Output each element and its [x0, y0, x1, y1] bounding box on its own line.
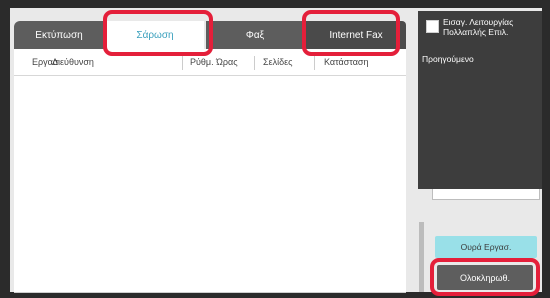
top-border: [0, 0, 550, 8]
column-address: Διεύθυνση: [52, 57, 94, 67]
completed-button[interactable]: Ολοκληρωθ.: [437, 265, 533, 290]
multi-select-checkbox[interactable]: [426, 20, 439, 33]
column-divider: [254, 56, 255, 70]
column-divider: [182, 56, 183, 70]
job-list-header: Εργασ Διεύθυνση Ρύθμ. Ώρας Σελίδες Κατάσ…: [14, 49, 406, 76]
tab-fax[interactable]: Φαξ: [206, 21, 304, 49]
tab-scan[interactable]: Σάρωση: [106, 21, 204, 49]
job-queue-button[interactable]: Ουρά Εργασ.: [435, 236, 537, 258]
tab-internet-fax[interactable]: Internet Fax: [306, 21, 406, 49]
app-frame: Εκτύπωση Σάρωση Φαξ Internet Fax Εργασ Δ…: [0, 0, 550, 298]
right-border: [542, 0, 550, 298]
action-panel: Εισαγ. Λειτουργίας Πολλαπλής Επιλ. Προηγ…: [418, 11, 542, 189]
tab-print[interactable]: Εκτύπωση: [14, 21, 104, 49]
job-tabs: Εκτύπωση Σάρωση Φαξ Internet Fax: [14, 21, 406, 49]
scroll-track[interactable]: [419, 222, 424, 292]
left-border: [0, 0, 10, 298]
column-divider: [314, 56, 315, 70]
multi-select-label: Εισαγ. Λειτουργίας Πολλαπλής Επιλ.: [443, 17, 514, 37]
previous-button[interactable]: Προηγούμενο: [422, 54, 474, 64]
column-pages: Σελίδες: [263, 57, 293, 67]
job-list: Εργασ Διεύθυνση Ρύθμ. Ώρας Σελίδες Κατάσ…: [14, 49, 406, 293]
column-time-setting: Ρύθμ. Ώρας: [190, 57, 238, 67]
column-status: Κατάσταση: [324, 57, 369, 67]
